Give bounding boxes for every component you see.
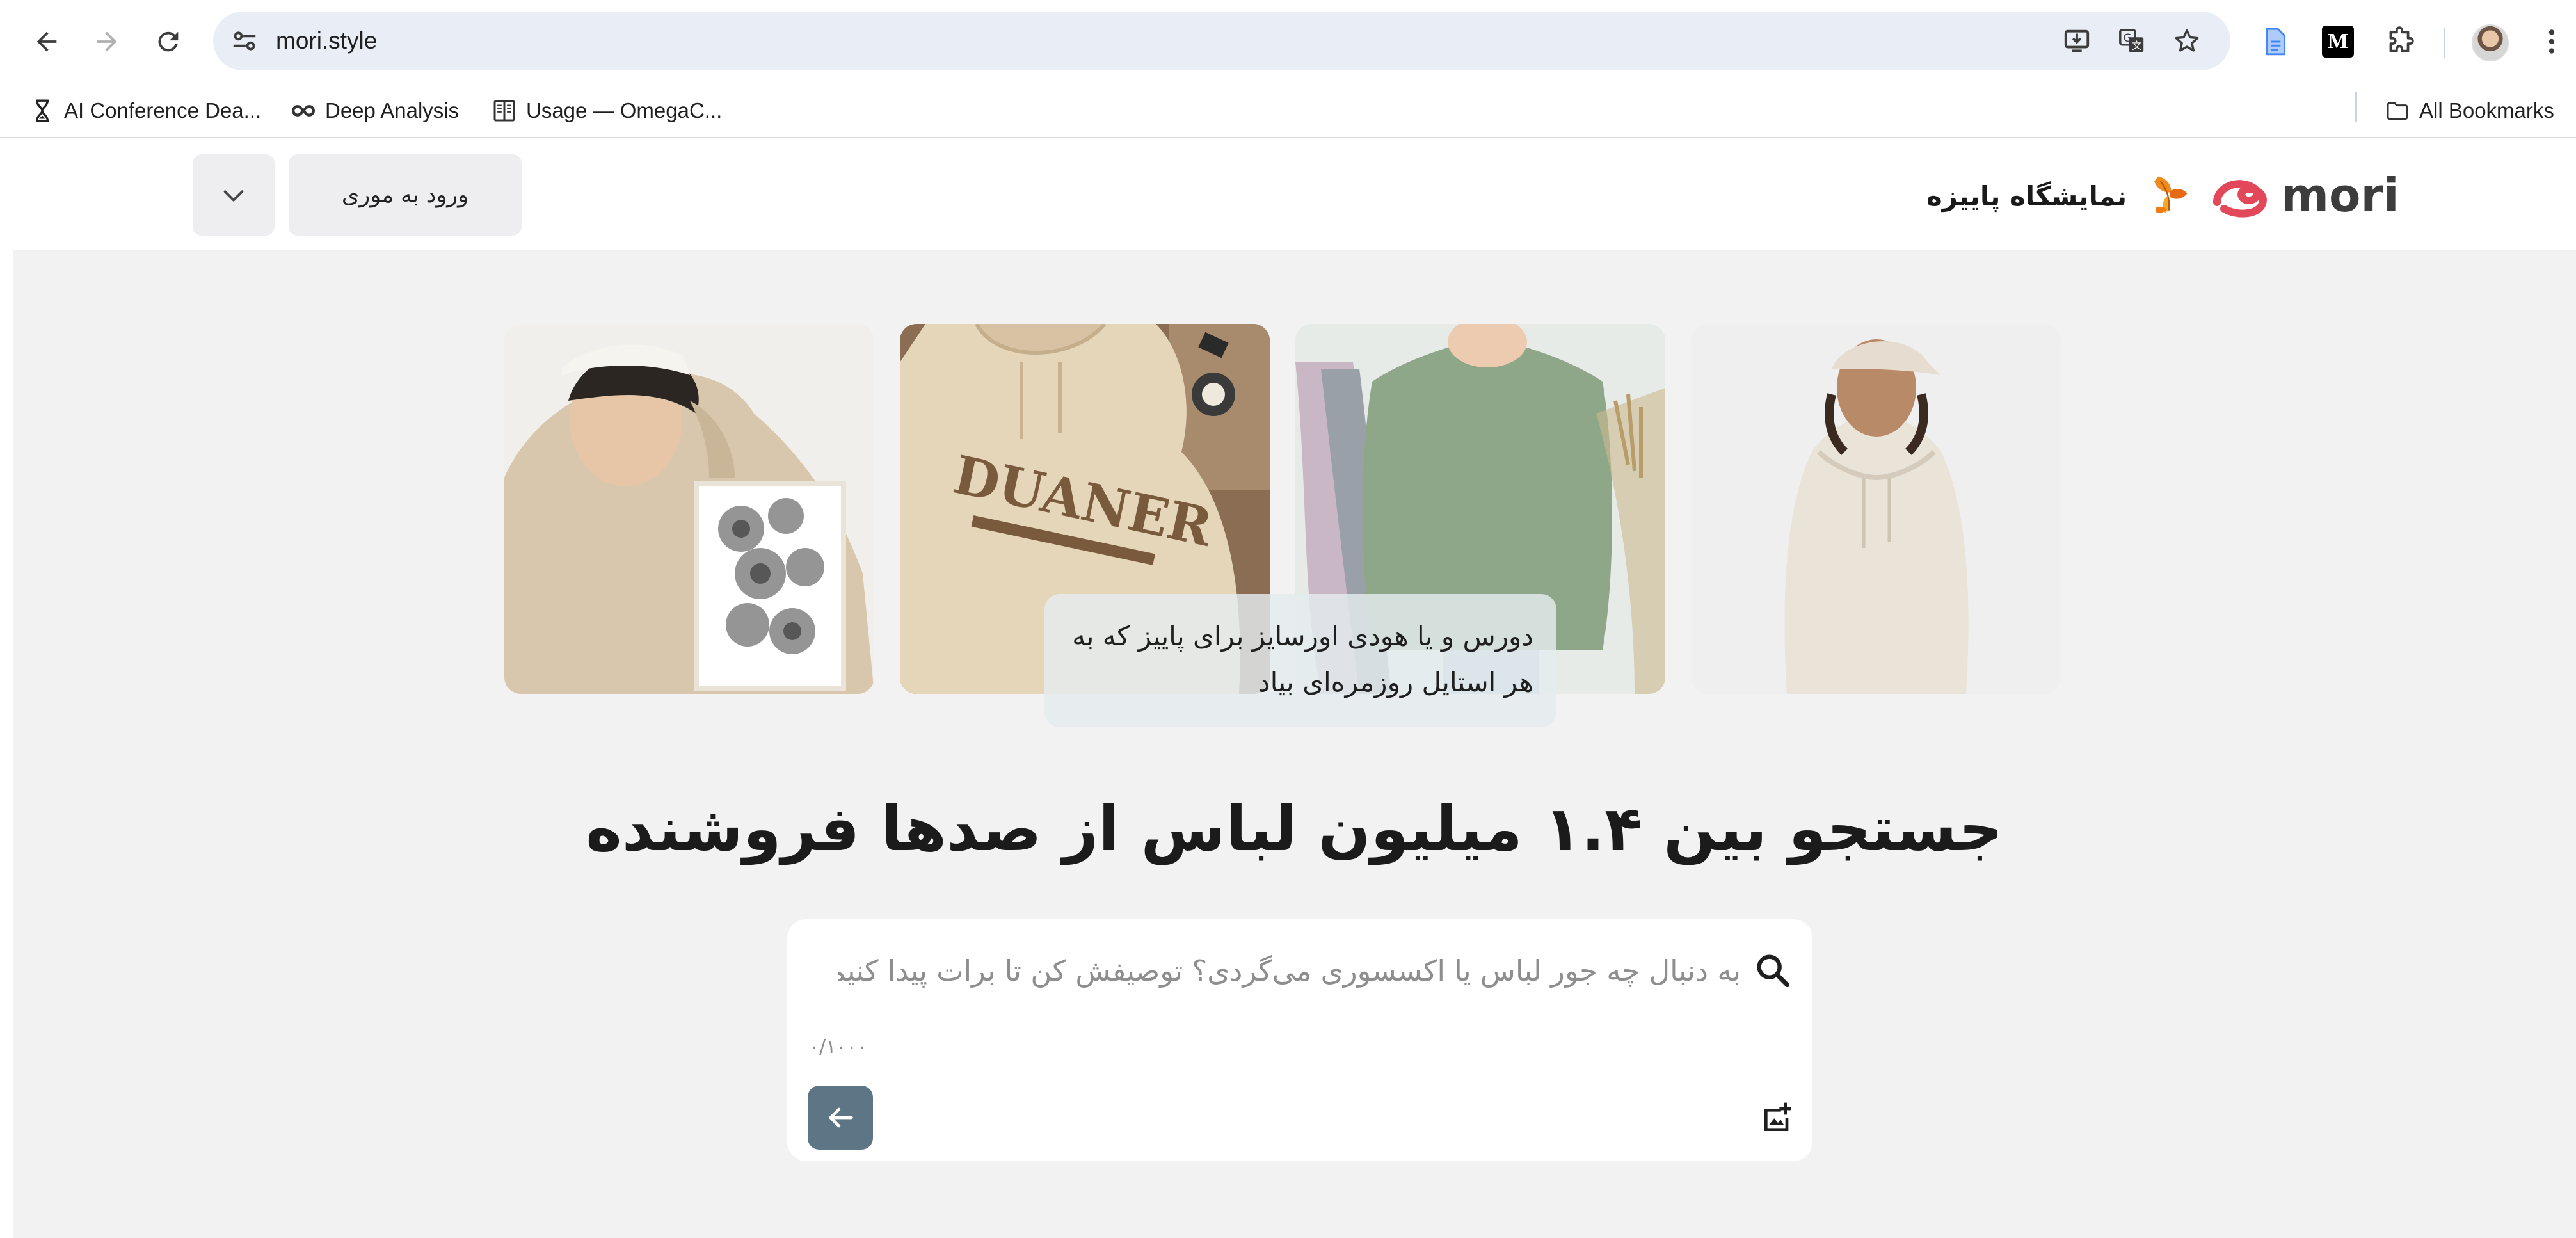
login-button[interactable]: ورود به موری [289,154,522,236]
page-content: ورود به موری نمایشگاه پاییزه mori DUANER… [13,140,2576,1238]
back-button[interactable] [22,17,72,67]
address-bar[interactable]: mori.style G文 [213,12,2230,70]
bookmark-deep-analysis[interactable]: Deep Analysis [291,91,459,131]
svg-text:文: 文 [2132,40,2141,51]
arrow-left-icon [829,1107,853,1128]
forward-button[interactable] [82,17,132,67]
extensions-button[interactable] [2381,23,2418,60]
search-panel: ۰/۱۰۰۰ [787,919,1812,1161]
url-text[interactable]: mori.style [276,26,377,56]
translate-button[interactable]: G文 [2115,24,2148,58]
product-image [1691,324,2061,694]
menu-dropdown-button[interactable] [193,154,275,236]
medium-icon: M [2322,26,2354,58]
bookmark-label: Usage — OmegaC... [526,99,723,122]
all-bookmarks-label: All Bookmarks [2419,99,2554,122]
autumn-leaf-icon [2154,176,2188,213]
star-icon [2175,29,2199,52]
arrow-right-icon [97,31,117,52]
page-headline: جستجو بین ۱.۴ میلیون لباس از صدها فروشند… [586,793,2003,865]
site-settings-icon[interactable] [230,26,259,56]
product-card[interactable] [504,324,874,694]
character-counter: ۰/۱۰۰۰ [809,1036,867,1058]
mori-logo[interactable]: mori [2208,166,2426,225]
product-image [504,324,874,694]
add-image-icon[interactable] [1760,1100,1796,1136]
bookmark-ai-conference[interactable]: AI Conference Dea... [29,91,261,131]
search-submit-button[interactable] [808,1086,873,1150]
search-input[interactable] [838,945,1741,996]
more-vertical-icon [2548,29,2555,54]
bookmarks-bar: AI Conference Dea... Deep Analysis Usage… [0,83,2576,138]
book-icon [493,100,515,122]
reload-button[interactable] [143,17,193,67]
bookmarks-divider [2355,92,2357,122]
document-icon [2266,28,2286,56]
docs-extension[interactable] [2257,23,2294,60]
logo-wordmark: mori [2281,168,2399,222]
bookmark-label: AI Conference Dea... [64,99,262,122]
profile-avatar[interactable] [2472,24,2509,61]
medium-extension[interactable]: M [2319,23,2356,60]
hourglass-icon [36,99,49,122]
browser-toolbar: mori.style G文 M [0,0,2576,83]
site-header: ورود به موری نمایشگاه پاییزه mori [13,140,2576,250]
install-icon [2064,29,2090,52]
browser-menu-button[interactable] [2533,23,2570,60]
chevron-down-icon [223,189,244,202]
bookmark-label: Deep Analysis [325,99,460,122]
bookmark-star-button[interactable] [2170,24,2204,58]
search-icon [1757,954,1790,988]
hero-section: DUANER دورس و یا هودی اورسایز برای پاییز… [13,250,2576,1238]
infinity-icon [292,105,315,117]
autumn-exhibition-label: نمایشگاه پاییزه [1926,180,2127,212]
translate-icon: G文 [2119,29,2144,52]
all-bookmarks-button[interactable]: All Bookmarks [2385,91,2554,131]
toolbar-divider [2444,28,2445,58]
arrow-left-icon [36,31,57,52]
reload-icon [158,31,179,52]
bookmark-usage-omega[interactable]: Usage — OmegaC... [492,91,722,131]
folder-icon [2387,102,2408,120]
product-caption: دورس و یا هودی اورسایز برای پاییز که به … [1044,594,1556,727]
puzzle-icon [2389,26,2414,52]
product-card[interactable] [1691,324,2061,694]
autumn-exhibition-link[interactable]: نمایشگاه پاییزه [1926,169,2192,223]
install-app-button[interactable] [2060,24,2093,58]
